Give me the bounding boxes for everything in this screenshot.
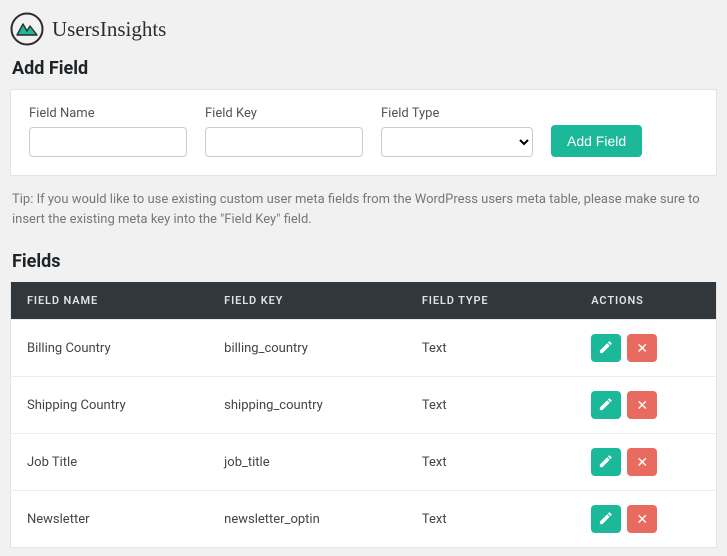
cell-field-name: Newsletter bbox=[11, 491, 209, 548]
cell-field-key: billing_country bbox=[208, 320, 406, 377]
fields-title: Fields bbox=[12, 251, 717, 272]
pencil-icon bbox=[599, 340, 613, 357]
edit-button[interactable] bbox=[591, 448, 621, 476]
pencil-icon bbox=[599, 454, 613, 471]
delete-button[interactable]: ✕ bbox=[627, 391, 657, 419]
col-header-actions: ACTIONS bbox=[575, 282, 716, 320]
close-icon: ✕ bbox=[636, 398, 648, 412]
delete-button[interactable]: ✕ bbox=[627, 334, 657, 362]
delete-button[interactable]: ✕ bbox=[627, 448, 657, 476]
field-name-input[interactable] bbox=[29, 127, 187, 157]
pencil-icon bbox=[599, 511, 613, 528]
cell-field-type: Text bbox=[406, 491, 575, 548]
field-name-label: Field Name bbox=[29, 106, 187, 121]
add-field-tip: Tip: If you would like to use existing c… bbox=[12, 190, 715, 229]
cell-field-name: Shipping Country bbox=[11, 377, 209, 434]
cell-field-name: Job Title bbox=[11, 434, 209, 491]
cell-field-key: job_title bbox=[208, 434, 406, 491]
cell-field-type: Text bbox=[406, 434, 575, 491]
add-field-title: Add Field bbox=[12, 58, 717, 79]
cell-actions: ✕ bbox=[575, 377, 716, 434]
col-header-type: FIELD TYPE bbox=[406, 282, 575, 320]
edit-button[interactable] bbox=[591, 505, 621, 533]
field-key-input[interactable] bbox=[205, 127, 363, 157]
cell-actions: ✕ bbox=[575, 434, 716, 491]
table-row: Newsletternewsletter_optinText ✕ bbox=[11, 491, 717, 548]
edit-button[interactable] bbox=[591, 391, 621, 419]
close-icon: ✕ bbox=[636, 341, 648, 355]
close-icon: ✕ bbox=[636, 455, 648, 469]
field-type-select[interactable] bbox=[381, 127, 533, 157]
field-type-group: Field Type bbox=[381, 106, 533, 157]
cell-actions: ✕ bbox=[575, 320, 716, 377]
fields-table: FIELD NAME FIELD KEY FIELD TYPE ACTIONS … bbox=[10, 282, 717, 548]
cell-field-type: Text bbox=[406, 377, 575, 434]
cell-field-key: newsletter_optin bbox=[208, 491, 406, 548]
fields-section: Fields FIELD NAME FIELD KEY FIELD TYPE A… bbox=[10, 251, 717, 548]
cell-field-type: Text bbox=[406, 320, 575, 377]
col-header-name: FIELD NAME bbox=[11, 282, 209, 320]
brand-header: UsersInsights bbox=[10, 12, 717, 46]
add-field-button[interactable]: Add Field bbox=[551, 125, 642, 157]
table-row: Billing Countrybilling_countryText ✕ bbox=[11, 320, 717, 377]
add-field-form: Field Name Field Key Field Type Add Fiel… bbox=[29, 106, 698, 157]
brand-name: UsersInsights bbox=[52, 17, 166, 42]
add-field-card: Field Name Field Key Field Type Add Fiel… bbox=[10, 89, 717, 176]
col-header-key: FIELD KEY bbox=[208, 282, 406, 320]
cell-field-name: Billing Country bbox=[11, 320, 209, 377]
field-key-label: Field Key bbox=[205, 106, 363, 121]
edit-button[interactable] bbox=[591, 334, 621, 362]
delete-button[interactable]: ✕ bbox=[627, 505, 657, 533]
cell-actions: ✕ bbox=[575, 491, 716, 548]
pencil-icon bbox=[599, 397, 613, 414]
brand-logo-icon bbox=[10, 12, 44, 46]
field-type-label: Field Type bbox=[381, 106, 533, 121]
field-key-group: Field Key bbox=[205, 106, 363, 157]
field-name-group: Field Name bbox=[29, 106, 187, 157]
close-icon: ✕ bbox=[636, 512, 648, 526]
table-row: Job Titlejob_titleText ✕ bbox=[11, 434, 717, 491]
table-row: Shipping Countryshipping_countryText ✕ bbox=[11, 377, 717, 434]
cell-field-key: shipping_country bbox=[208, 377, 406, 434]
